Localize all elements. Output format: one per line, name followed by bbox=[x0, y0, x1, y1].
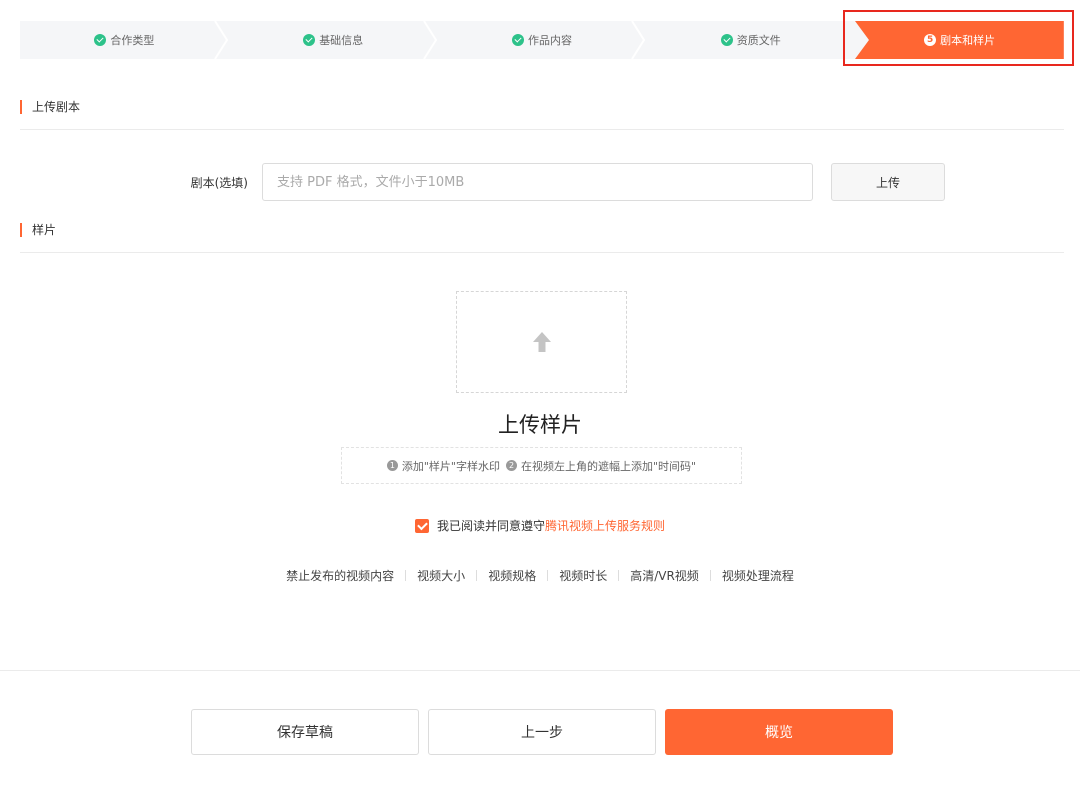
script-file-input[interactable] bbox=[262, 163, 813, 201]
service-rules-link[interactable]: 腾讯视频上传服务规则 bbox=[545, 517, 665, 534]
step-label: 剧本和样片 bbox=[940, 34, 996, 47]
check-circle-icon bbox=[303, 34, 316, 46]
upload-script-button[interactable]: 上传 bbox=[831, 163, 945, 201]
section-title-script: 上传剧本 bbox=[20, 100, 80, 114]
link-hd-vr-video[interactable]: 高清/VR视频 bbox=[630, 567, 699, 584]
sample-hints: 1 添加"样片"字样水印 2 在视频左上角的遮幅上添加"时间码" bbox=[341, 447, 742, 484]
chevron-separator-icon bbox=[422, 21, 437, 59]
step-label: 资质文件 bbox=[736, 34, 781, 47]
link-separator bbox=[618, 570, 620, 581]
step-label: 基础信息 bbox=[319, 34, 364, 47]
step-cooperation-type[interactable]: 合作类型 bbox=[20, 21, 229, 59]
chevron-separator-icon bbox=[631, 21, 646, 59]
section-title-sample: 样片 bbox=[20, 223, 56, 237]
link-video-duration[interactable]: 视频时长 bbox=[559, 567, 607, 584]
upload-sample-title: 上传样片 bbox=[498, 413, 582, 437]
footer-divider bbox=[0, 670, 1080, 671]
link-separator bbox=[405, 570, 407, 581]
step-work-content[interactable]: 作品内容 bbox=[438, 21, 647, 59]
upload-arrow-icon bbox=[532, 332, 551, 352]
save-draft-button[interactable]: 保存草稿 bbox=[191, 709, 419, 755]
step-label: 合作类型 bbox=[110, 34, 155, 47]
sample-upload-dropzone[interactable] bbox=[456, 291, 627, 393]
script-field-label: 剧本(选填) bbox=[190, 176, 248, 190]
check-circle-icon bbox=[94, 34, 107, 46]
step-basic-info[interactable]: 基础信息 bbox=[229, 21, 438, 59]
link-separator bbox=[709, 570, 711, 581]
check-circle-icon bbox=[720, 34, 733, 46]
check-circle-icon bbox=[511, 34, 524, 46]
link-separator bbox=[547, 570, 549, 581]
hint-text: 在视频左上角的遮幅上添加"时间码" bbox=[521, 459, 697, 473]
agreement-row: 我已阅读并同意遵守 腾讯视频上传服务规则 bbox=[0, 517, 1080, 534]
step-qualification-files[interactable]: 资质文件 bbox=[646, 21, 855, 59]
step-number-icon: 5 bbox=[924, 34, 937, 46]
agree-text: 我已阅读并同意遵守 bbox=[436, 519, 545, 533]
preview-button[interactable]: 概览 bbox=[665, 709, 893, 755]
chevron-separator-icon bbox=[213, 21, 228, 59]
hint-item: 2 在视频左上角的遮幅上添加"时间码" bbox=[506, 458, 696, 474]
divider bbox=[20, 252, 1064, 253]
previous-step-button[interactable]: 上一步 bbox=[428, 709, 656, 755]
link-forbidden-content[interactable]: 禁止发布的视频内容 bbox=[286, 567, 394, 584]
divider bbox=[20, 129, 1064, 130]
link-video-size[interactable]: 视频大小 bbox=[417, 567, 465, 584]
number-circle-icon: 2 bbox=[506, 460, 517, 471]
agree-checkbox[interactable] bbox=[414, 518, 429, 533]
hint-text: 添加"样片"字样水印 bbox=[401, 459, 500, 473]
link-video-processing[interactable]: 视频处理流程 bbox=[722, 567, 794, 584]
link-video-spec[interactable]: 视频规格 bbox=[488, 567, 536, 584]
hint-item: 1 添加"样片"字样水印 bbox=[386, 458, 500, 474]
step-label: 作品内容 bbox=[527, 34, 572, 47]
link-separator bbox=[476, 570, 478, 581]
number-circle-icon: 1 bbox=[386, 460, 398, 471]
help-links: 禁止发布的视频内容 视频大小 视频规格 视频时长 高清/VR视频 视频处理流程 bbox=[0, 567, 1080, 584]
